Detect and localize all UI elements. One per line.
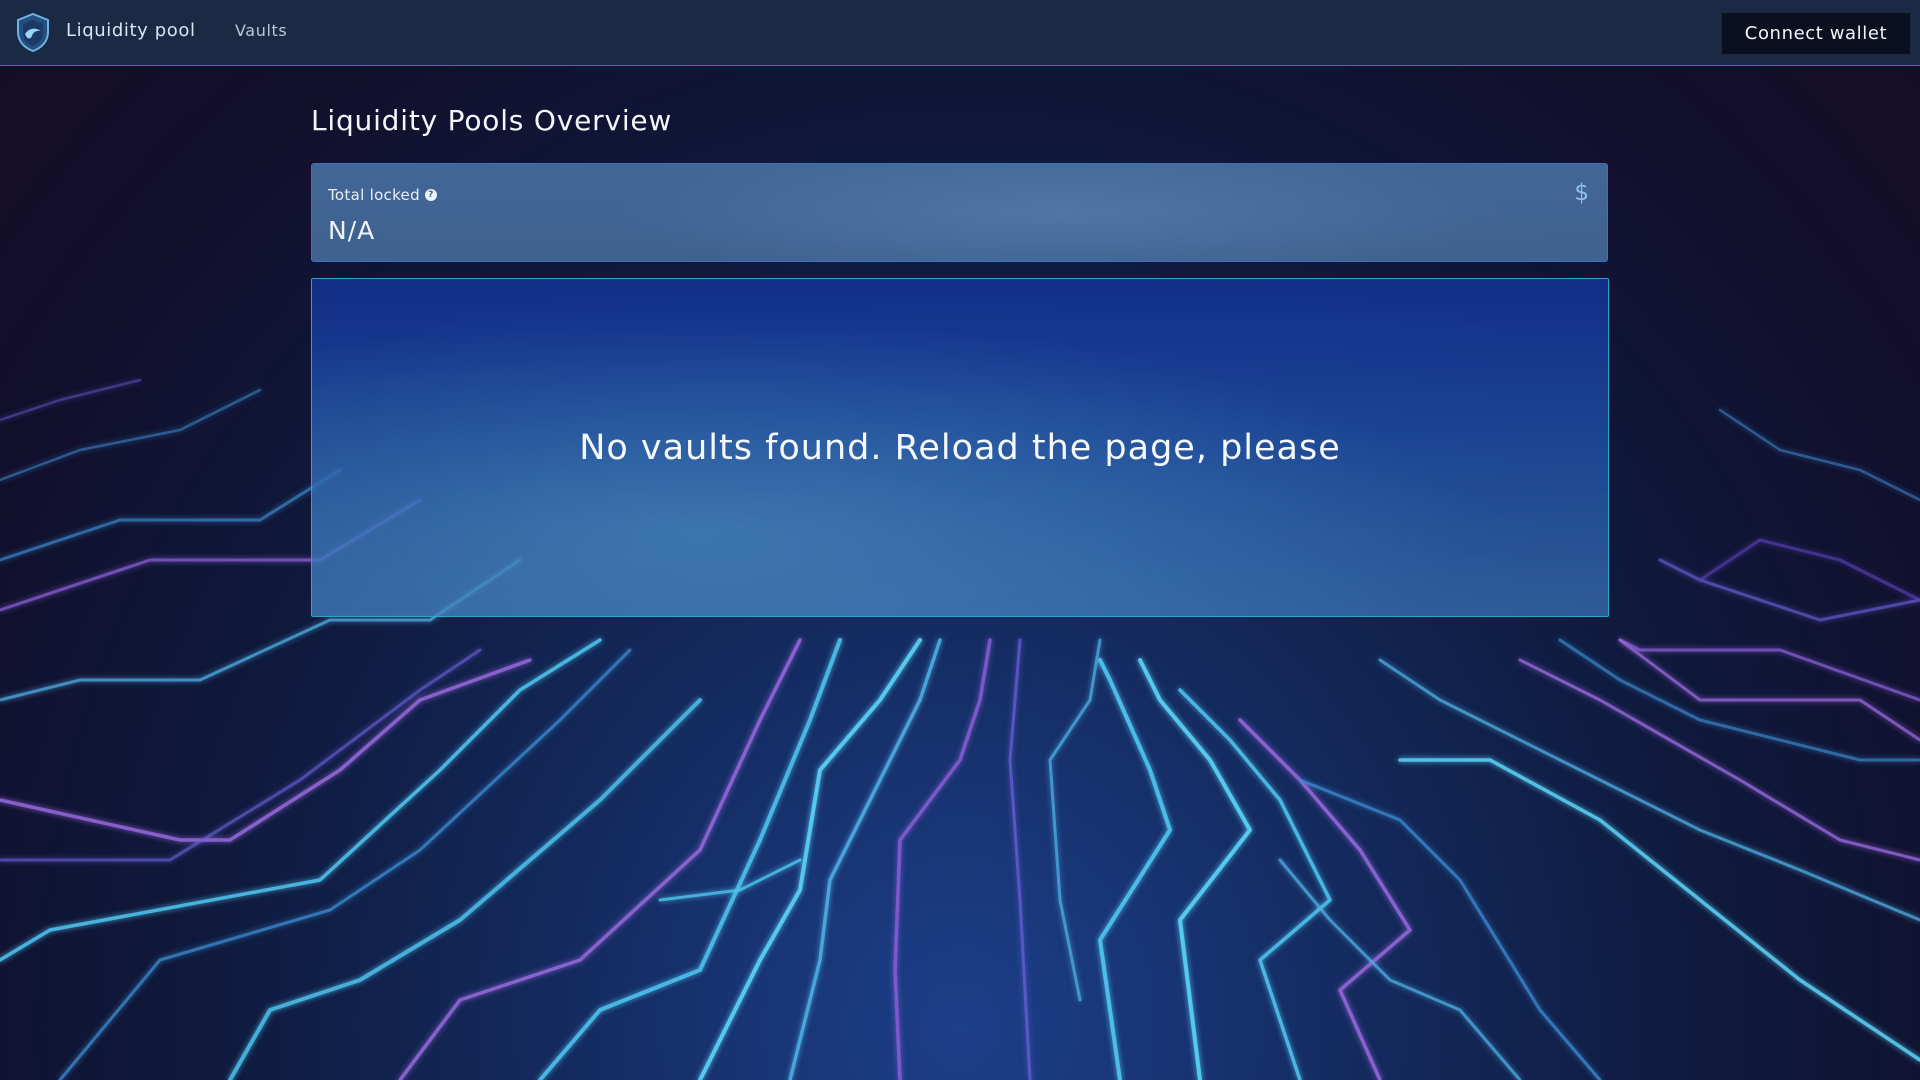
- connect-wallet-button[interactable]: Connect wallet: [1722, 13, 1910, 54]
- question-circle-icon[interactable]: ?: [424, 189, 437, 201]
- nav-link-vaults[interactable]: Vaults: [235, 21, 287, 40]
- card-glow: [612, 164, 1512, 261]
- total-locked-value: N/A: [328, 216, 376, 245]
- top-navigation-bar: Liquidity pool Vaults Connect wallet: [0, 0, 1920, 66]
- page-title: Liquidity Pools Overview: [311, 104, 673, 137]
- shield-wave-icon[interactable]: [15, 12, 51, 52]
- total-locked-label: Total locked: [328, 186, 420, 204]
- dollar-icon: $: [1574, 180, 1589, 206]
- total-locked-label-row: Total locked ?: [328, 186, 437, 204]
- empty-state-message: No vaults found. Reload the page, please: [579, 427, 1341, 468]
- vaults-empty-state-panel: No vaults found. Reload the page, please: [311, 278, 1609, 617]
- total-locked-card: Total locked ? N/A $: [311, 163, 1608, 262]
- brand-link-liquidity-pool[interactable]: Liquidity pool: [66, 20, 196, 41]
